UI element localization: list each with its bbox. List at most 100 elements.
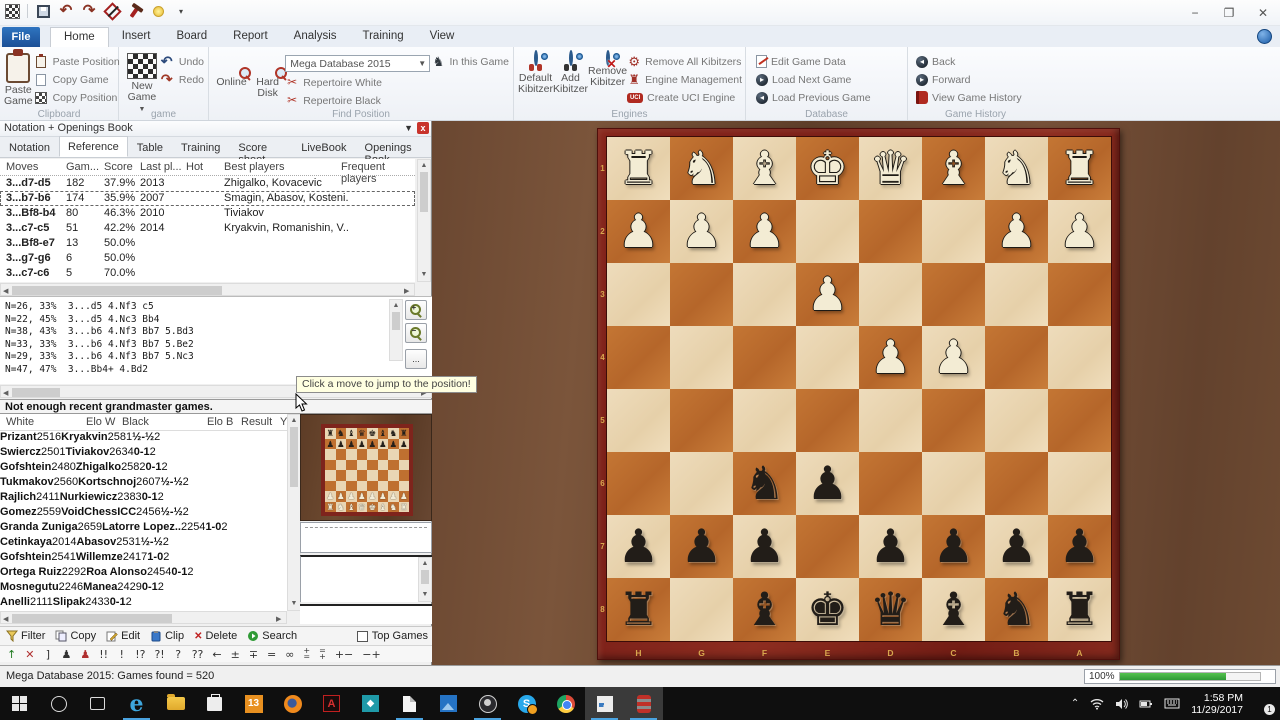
hard-disk-button[interactable]: Hard Disk — [250, 50, 285, 99]
square[interactable] — [670, 578, 733, 641]
square[interactable] — [367, 481, 378, 492]
square[interactable] — [388, 481, 399, 492]
action-center-icon[interactable]: 1 — [1254, 696, 1272, 712]
undo-button[interactable]: ↶Undo — [161, 54, 204, 69]
square[interactable] — [399, 470, 410, 481]
col-best-players[interactable]: Best players — [224, 161, 285, 173]
square[interactable]: ♟ — [1048, 515, 1111, 578]
tab-view[interactable]: View — [417, 27, 468, 47]
start-button[interactable] — [0, 687, 39, 720]
view-game-history-button[interactable]: View Game History — [916, 90, 1022, 105]
reference-row[interactable]: 3...c7-c6570.0% — [0, 266, 415, 281]
annotation-symbol[interactable]: −+ — [362, 647, 380, 662]
annotation-symbol[interactable]: ♟ — [61, 647, 71, 662]
mini-board[interactable]: ♜♞♝♛♚♝♞♜♟♟♟♟♟♟♟♟♟♟♟♟♟♟♟♟♜♞♝♛♚♝♞♜ — [321, 424, 413, 516]
square[interactable] — [325, 460, 336, 471]
square[interactable]: ♜ — [399, 502, 410, 513]
copy-position-button[interactable]: Copy Position — [33, 90, 120, 105]
square[interactable]: ♜ — [399, 428, 410, 439]
annotation-symbol[interactable]: ] — [43, 647, 52, 662]
engine-line[interactable]: N=38, 43% 3...b6 4.Nf3 Bb7 5.Bd3 — [5, 326, 194, 339]
col-games[interactable]: Gam... — [66, 161, 99, 173]
square[interactable] — [367, 449, 378, 460]
square[interactable] — [796, 389, 859, 452]
game-row[interactable]: Tukmakov2560Kortschnoj2607½-½2 — [0, 476, 287, 491]
square[interactable]: ♟ — [670, 515, 733, 578]
square[interactable]: ♟ — [367, 491, 378, 502]
square[interactable]: ♟ — [922, 326, 985, 389]
engine-line[interactable]: N=26, 33% 3...d5 4.Nf3 c5 — [5, 301, 194, 314]
pane-vscrollbar[interactable]: ▲▼ — [418, 557, 432, 602]
square[interactable] — [388, 470, 399, 481]
square[interactable] — [796, 326, 859, 389]
maximize-button[interactable]: ❐ — [1212, 0, 1246, 26]
square[interactable]: ♝ — [733, 578, 796, 641]
close-button[interactable]: ✕ — [1246, 0, 1280, 26]
square[interactable] — [346, 449, 357, 460]
square[interactable]: ♞ — [388, 502, 399, 513]
create-uci-engine-button[interactable]: UCICreate UCI Engine — [627, 90, 742, 105]
more-options-button[interactable]: ... — [405, 349, 427, 369]
qat-dropdown-icon[interactable]: ▾ — [173, 3, 189, 19]
chrome-icon[interactable] — [546, 687, 585, 720]
square[interactable] — [670, 389, 733, 452]
paste-game-button[interactable]: Paste Game — [4, 50, 33, 107]
square[interactable]: ♟ — [325, 491, 336, 502]
add-kibitzer-button[interactable]: Add Kibitzer — [553, 50, 588, 95]
col-elo-w[interactable]: Elo W — [86, 416, 115, 428]
wifi-icon[interactable] — [1090, 698, 1104, 710]
reference-row[interactable]: 3...g7-g6650.0% — [0, 251, 415, 266]
square[interactable]: ♟ — [796, 263, 859, 326]
repertoire-black-button[interactable]: ✂Repertoire Black — [285, 93, 431, 108]
square[interactable]: ♟ — [357, 491, 368, 502]
search-button[interactable]: Search — [247, 630, 297, 642]
square[interactable]: ♜ — [325, 502, 336, 513]
panel-tab-notation[interactable]: Notation — [0, 138, 59, 157]
tools-hammer-icon[interactable] — [127, 3, 143, 19]
games-hscrollbar[interactable]: ◀ ▶ — [0, 611, 287, 624]
square[interactable] — [922, 200, 985, 263]
skype-icon[interactable]: S — [507, 687, 546, 720]
default-kibitzer-button[interactable]: Default Kibitzer — [518, 50, 553, 95]
square[interactable] — [670, 452, 733, 515]
square[interactable] — [796, 515, 859, 578]
tab-insert[interactable]: Insert — [109, 27, 164, 47]
panel-tab-openings-book[interactable]: Openings Book — [356, 138, 431, 157]
square[interactable]: ♛ — [357, 428, 368, 439]
paste-position-button[interactable]: Paste Position — [33, 54, 120, 69]
square[interactable]: ♟ — [388, 491, 399, 502]
square[interactable]: ♞ — [336, 502, 347, 513]
square[interactable] — [607, 452, 670, 515]
square[interactable]: ♝ — [922, 137, 985, 200]
store-icon[interactable] — [195, 687, 234, 720]
square[interactable]: ♞ — [985, 578, 1048, 641]
task-view-icon[interactable] — [78, 687, 117, 720]
col-result[interactable]: Result — [241, 416, 272, 428]
square[interactable] — [733, 263, 796, 326]
square[interactable] — [922, 452, 985, 515]
tab-analysis[interactable]: Analysis — [281, 27, 350, 47]
help-icon[interactable] — [1257, 29, 1272, 44]
acrobat-icon[interactable]: A — [312, 687, 351, 720]
annotation-symbol[interactable]: ♟ — [80, 647, 90, 662]
volume-icon[interactable] — [1115, 698, 1128, 710]
clip-button[interactable]: Clip — [150, 630, 184, 642]
game-row[interactable]: Rajlich2411Nurkiewicz23830-12 — [0, 491, 287, 506]
square[interactable]: ♝ — [922, 578, 985, 641]
square[interactable]: ♝ — [346, 428, 357, 439]
redo-button[interactable]: ↷Redo — [161, 72, 204, 87]
annotation-symbol[interactable]: ∞ — [285, 647, 294, 662]
combo-arrow-icon[interactable]: ▼ — [418, 59, 426, 68]
square[interactable]: ♞ — [733, 452, 796, 515]
square[interactable] — [399, 481, 410, 492]
square[interactable] — [336, 481, 347, 492]
square[interactable] — [859, 263, 922, 326]
square[interactable]: ♞ — [388, 428, 399, 439]
square[interactable]: ♚ — [367, 428, 378, 439]
square[interactable]: ♞ — [985, 137, 1048, 200]
square[interactable]: ♟ — [378, 491, 389, 502]
square[interactable]: ♜ — [325, 428, 336, 439]
chessbase13-icon[interactable]: 13 — [234, 687, 273, 720]
square[interactable]: ♟ — [399, 491, 410, 502]
panel-close-icon[interactable]: x — [417, 122, 429, 134]
